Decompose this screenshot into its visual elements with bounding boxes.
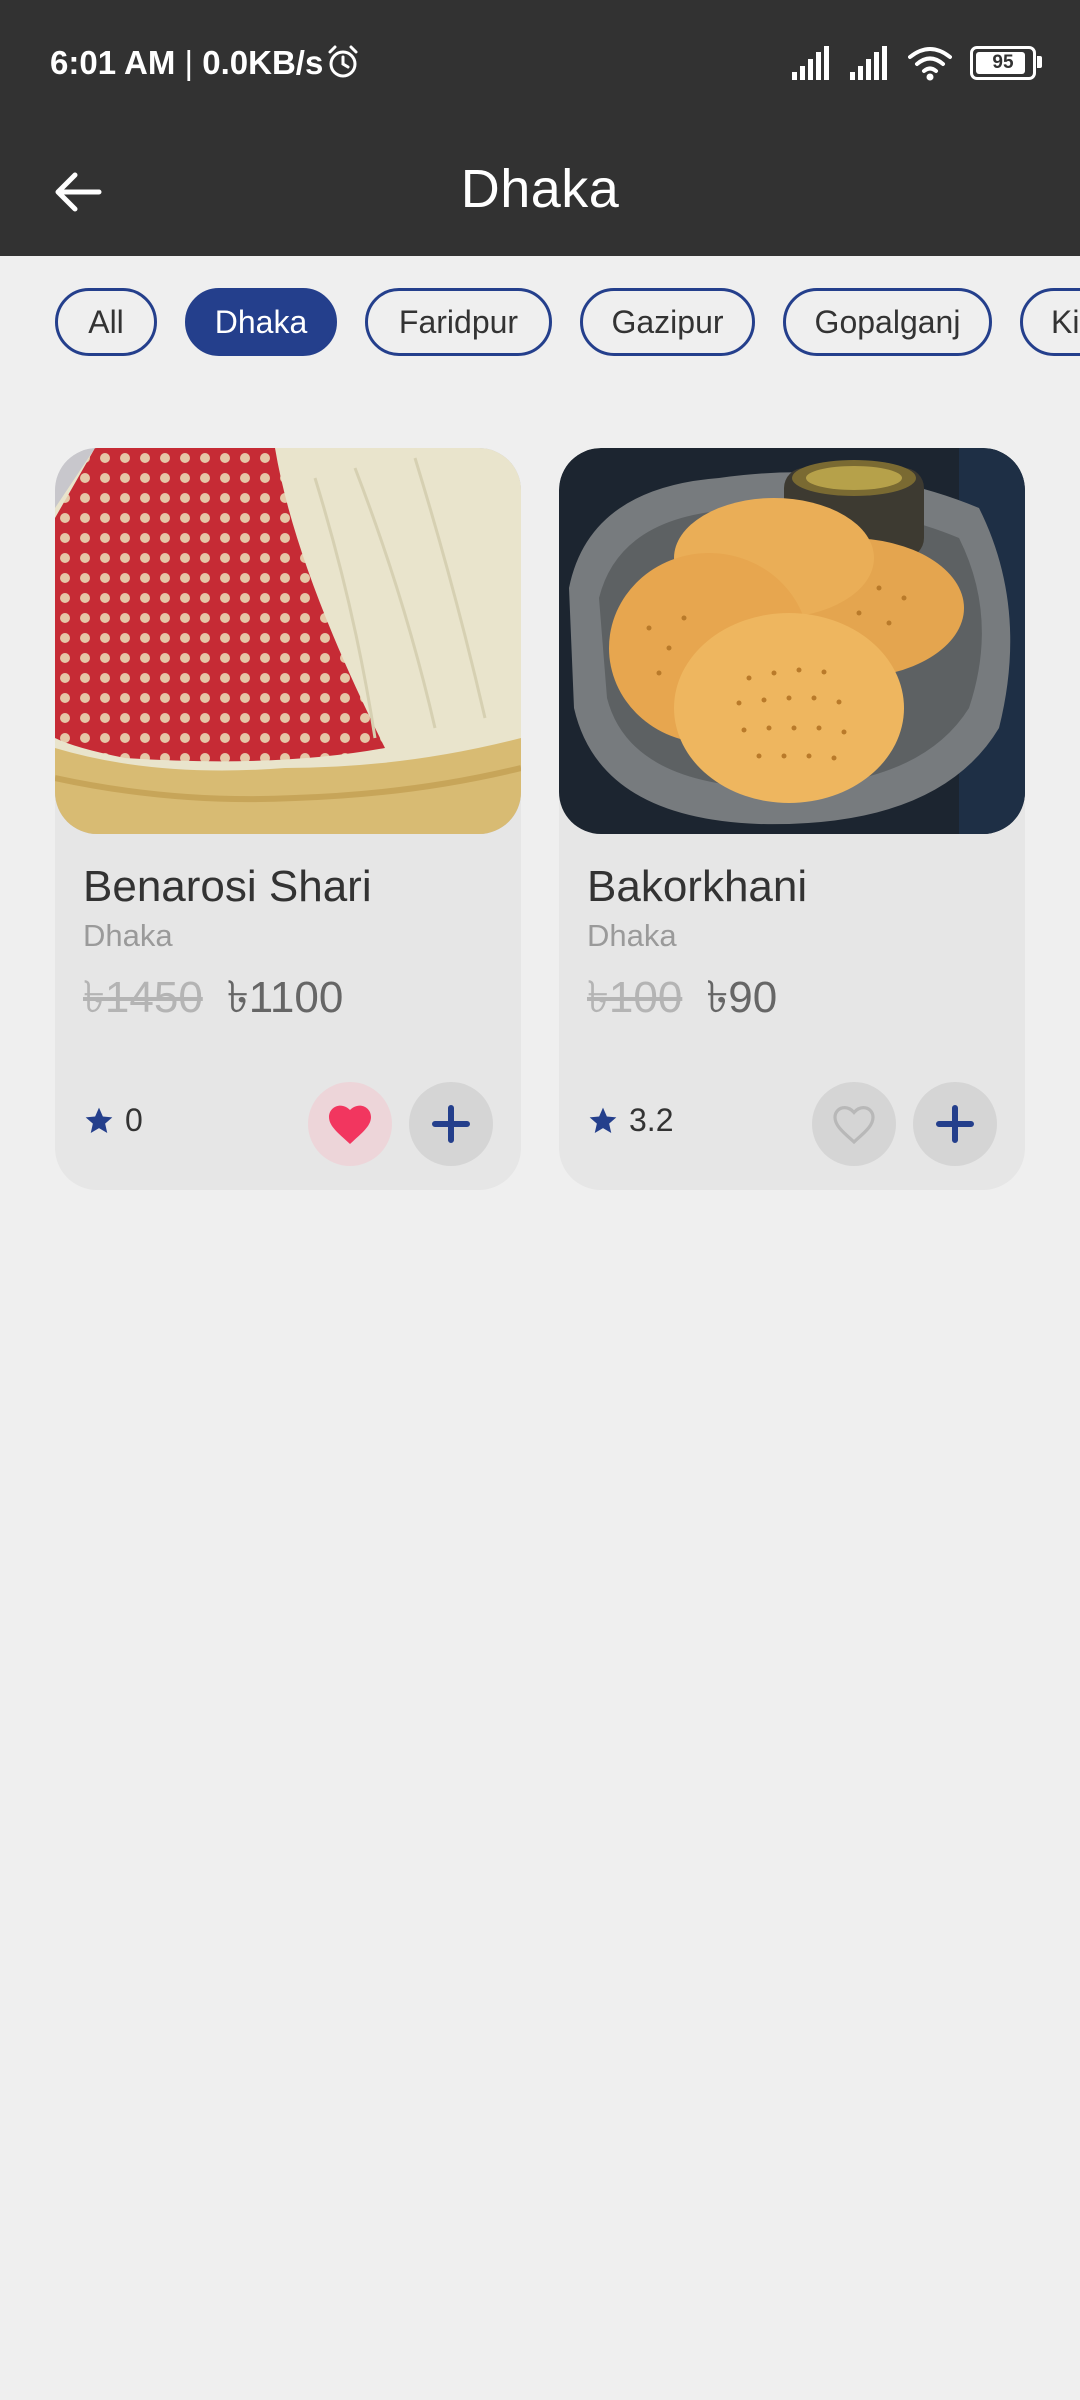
favorite-button[interactable] [812, 1082, 896, 1166]
chip-gazipur[interactable]: Gazipur [580, 288, 755, 356]
rating-value: 3.2 [629, 1102, 674, 1138]
chip-label: Dhaka [214, 303, 308, 340]
star-icon [85, 1107, 113, 1133]
status-time: 6:01 AM [50, 44, 176, 81]
network-speed: 0.0KB/s [202, 44, 324, 81]
product-image-saree [55, 448, 521, 834]
district-filter-chips: All Dhaka Faridpur Gazipur Gopalganj Kis… [0, 288, 1080, 362]
star-icon [589, 1107, 617, 1133]
product-rating: 3.2 [587, 1102, 673, 1139]
plus-icon [432, 1105, 470, 1143]
current-price: ৳1100 [226, 973, 344, 1022]
product-card[interactable]: Benarosi Shari Dhaka ৳1450 ৳1100 0 [55, 448, 521, 1190]
plus-icon [936, 1105, 974, 1143]
product-image-bakorkhani [559, 448, 1025, 834]
chip-kishoreganj[interactable]: Kishoreganj [1020, 288, 1080, 356]
product-prices: ৳100 ৳90 [587, 964, 777, 1037]
old-price: ৳100 [587, 973, 683, 1022]
chip-gopalganj[interactable]: Gopalganj [783, 288, 992, 356]
old-price: ৳1450 [83, 973, 203, 1022]
product-name: Bakorkhani [587, 862, 808, 911]
favorite-button[interactable] [308, 1082, 392, 1166]
status-bar: 6:01 AM | 0.0KB/s 95 [0, 0, 1080, 128]
heart-filled-icon [329, 1105, 371, 1144]
chip-all[interactable]: All [55, 288, 157, 356]
product-name: Benarosi Shari [83, 862, 372, 911]
signal-icon-2 [850, 46, 887, 80]
add-to-cart-button[interactable] [409, 1082, 493, 1166]
status-separator: | [175, 44, 203, 81]
product-prices: ৳1450 ৳1100 [83, 964, 343, 1037]
chip-faridpur[interactable]: Faridpur [365, 288, 552, 356]
rating-value: 0 [125, 1102, 143, 1138]
add-to-cart-button[interactable] [913, 1082, 997, 1166]
app-bar: Dhaka [0, 128, 1080, 256]
product-location: Dhaka [587, 918, 677, 953]
battery-level: 95 [992, 52, 1014, 73]
product-location: Dhaka [83, 918, 173, 953]
chip-label: Faridpur [398, 303, 519, 340]
heart-outline-icon [833, 1105, 875, 1145]
chip-dhaka[interactable]: Dhaka [185, 288, 337, 356]
product-rating: 0 [83, 1102, 143, 1139]
battery-icon: 95 [970, 46, 1042, 80]
product-card[interactable]: Bakorkhani Dhaka ৳100 ৳90 3.2 [559, 448, 1025, 1190]
current-price: ৳90 [706, 973, 778, 1022]
signal-icon [792, 46, 829, 80]
chip-label: Kishoreganj [1051, 303, 1080, 340]
status-icons: 95 [792, 44, 1042, 82]
chip-label: Gopalganj [814, 303, 961, 340]
page-title: Dhaka [460, 159, 620, 219]
alarm-icon [328, 45, 358, 78]
wifi-icon [908, 47, 952, 81]
chip-label: Gazipur [611, 303, 724, 340]
chip-label: All [88, 303, 124, 340]
status-time-speed: 6:01 AM | 0.0KB/s [50, 44, 323, 82]
